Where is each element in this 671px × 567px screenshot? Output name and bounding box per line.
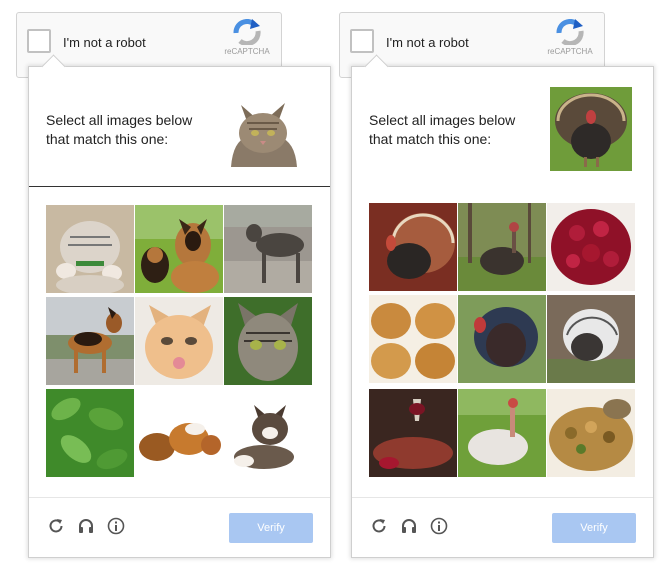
image-tile-bread-rolls[interactable] (369, 295, 457, 383)
image-tile-turkey[interactable] (458, 389, 546, 477)
reload-icon[interactable] (47, 517, 65, 535)
image-tile-turkey[interactable] (458, 295, 546, 383)
robot-checkbox[interactable] (27, 29, 51, 53)
image-tile-kitten-lying[interactable] (224, 389, 312, 477)
image-tile-kitten[interactable] (46, 205, 134, 293)
image-tile-german-shepherd[interactable] (46, 297, 134, 385)
recaptcha-logo-text: reCAPTCHA (547, 47, 593, 56)
footer-divider (352, 497, 653, 498)
image-tile-turkey[interactable] (369, 203, 457, 291)
challenge-divider (29, 186, 330, 187)
robot-label: I'm not a robot (63, 35, 146, 50)
sample-image-cat (227, 93, 299, 167)
footer-divider (29, 497, 330, 498)
reload-icon[interactable] (370, 517, 388, 535)
sample-image-turkey (550, 87, 632, 171)
recaptcha-logo: reCAPTCHA (542, 19, 598, 56)
image-grid (369, 203, 635, 477)
prompt-line-1: Select all images below (369, 112, 516, 128)
image-tile-kitten-face[interactable] (135, 297, 223, 385)
image-tile-stuffing[interactable] (547, 389, 635, 477)
prompt-line-2: that match this one: (46, 131, 169, 147)
info-icon[interactable] (107, 517, 125, 535)
headphones-icon[interactable] (77, 517, 95, 535)
image-tile-turkey[interactable] (458, 203, 546, 291)
image-tile-cranberry-sauce[interactable] (547, 203, 635, 291)
prompt-line-2: that match this one: (369, 131, 492, 147)
image-tile-wine-table[interactable] (369, 389, 457, 477)
challenge-popup: Select all images below that match this … (351, 54, 654, 558)
challenge-popup: Select all images below that match this … (28, 54, 331, 558)
recaptcha-logo: reCAPTCHA (219, 19, 275, 56)
prompt-line-1: Select all images below (46, 112, 193, 128)
info-icon[interactable] (430, 517, 448, 535)
image-tile-turkey[interactable] (547, 295, 635, 383)
image-grid (46, 205, 312, 477)
recaptcha-logo-text: reCAPTCHA (224, 47, 270, 56)
verify-button[interactable]: Verify (552, 513, 636, 543)
headphones-icon[interactable] (400, 517, 418, 535)
verify-button[interactable]: Verify (229, 513, 313, 543)
image-tile-leaves[interactable] (46, 389, 134, 477)
image-tile-guinea-pigs[interactable] (135, 389, 223, 477)
robot-checkbox[interactable] (350, 29, 374, 53)
image-tile-wolf[interactable] (224, 205, 312, 293)
image-tile-tabby-cat[interactable] (224, 297, 312, 385)
challenge-prompt: Select all images below that match this … (369, 111, 539, 149)
image-tile-dogs[interactable] (135, 205, 223, 293)
challenge-divider (352, 186, 653, 187)
challenge-prompt: Select all images below that match this … (46, 111, 216, 149)
robot-label: I'm not a robot (386, 35, 469, 50)
